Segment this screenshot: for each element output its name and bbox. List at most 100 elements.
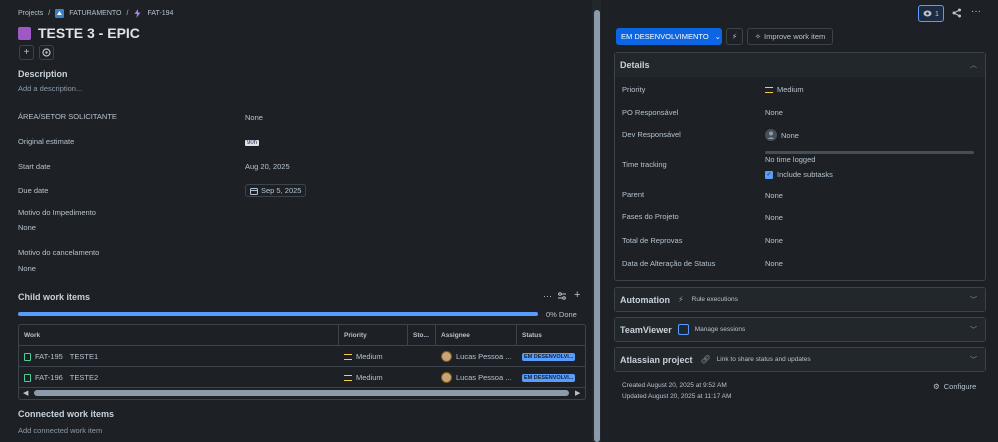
teamviewer-header[interactable]: TeamViewer Manage sessions ﹀ <box>615 318 985 341</box>
atlassian-project-panel[interactable]: Atlassian project 🔗︎ Link to share statu… <box>614 347 986 372</box>
assignee-cell[interactable]: Lucas Pessoa ... <box>436 346 517 367</box>
due-date-value[interactable]: Sep 5, 2025 <box>245 184 307 197</box>
fases-value[interactable]: None <box>765 213 783 222</box>
details-header[interactable]: Details ︿ <box>615 53 985 77</box>
po-value[interactable]: None <box>765 108 783 117</box>
status-transition-button[interactable]: EM DESENVOLVIMENTO ⌄ <box>616 28 722 45</box>
work-key[interactable]: FAT-196 <box>35 373 63 382</box>
column-header-status[interactable]: Status <box>517 325 585 346</box>
updated-timestamp: Updated August 20, 2025 at 11:17 AM <box>622 393 732 400</box>
add-child-item-icon[interactable]: + <box>574 289 580 301</box>
improve-label: Improve work item <box>764 32 826 41</box>
table-row[interactable]: FAT-196 TESTE2 Medium Lucas Pessoa ... E… <box>19 367 585 388</box>
connected-items-heading: Connected work items <box>18 409 115 419</box>
po-label: PO Responsável <box>622 108 679 117</box>
child-items-table: Work Priority Sto... Assignee Status FAT… <box>18 324 586 400</box>
project-icon <box>55 9 65 18</box>
scroll-left-icon[interactable]: ◀ <box>23 389 28 397</box>
status-cell[interactable]: EM DESENVOLVI... <box>517 367 585 388</box>
epic-lightning-icon <box>133 9 142 18</box>
status-badge: EM DESENVOLVI... <box>522 352 576 361</box>
description-placeholder[interactable]: Add a description... <box>18 84 82 93</box>
alteracao-label: Data de Alteração de Status <box>622 259 716 268</box>
fases-label: Fases do Projeto <box>622 212 679 221</box>
work-cell[interactable]: FAT-195 TESTE1 <box>19 346 339 367</box>
status-cell[interactable]: EM DESENVOLVI... <box>517 346 585 367</box>
breadcrumb-projects[interactable]: Projects <box>18 10 43 17</box>
sparkle-icon: ✧ <box>754 32 762 41</box>
impedimento-value[interactable]: None <box>18 223 36 232</box>
priority-cell[interactable]: Medium <box>339 346 408 367</box>
chevron-down-icon[interactable]: ﹀ <box>970 325 977 335</box>
time-tracking-value[interactable]: No time logged <box>765 155 815 164</box>
breadcrumb-separator: / <box>126 10 129 17</box>
scroll-right-icon[interactable]: ▶ <box>575 389 580 397</box>
breadcrumb-issue-key[interactable]: FAT-194 <box>147 10 173 17</box>
column-header-assignee[interactable]: Assignee <box>436 325 517 346</box>
chevron-down-icon[interactable]: ﹀ <box>970 355 977 365</box>
work-summary[interactable]: TESTE2 <box>70 373 98 382</box>
connected-items-placeholder[interactable]: Add connected work item <box>18 426 102 435</box>
column-header-story[interactable]: Sto... <box>408 325 436 346</box>
scroll-thumb[interactable] <box>34 390 569 396</box>
work-key[interactable]: FAT-195 <box>35 352 63 361</box>
work-cell[interactable]: FAT-196 TESTE2 <box>19 367 339 388</box>
parent-value[interactable]: None <box>765 191 783 200</box>
more-options-icon[interactable]: ··· <box>543 291 552 301</box>
status-label: EM DESENVOLVIMENTO <box>621 32 709 41</box>
breadcrumb-project[interactable]: FATURAMENTO <box>69 10 121 17</box>
reprovas-label: Total de Reprovas <box>622 236 683 245</box>
table-horizontal-scrollbar[interactable]: ◀ ▶ <box>19 388 585 399</box>
column-header-priority[interactable]: Priority <box>339 325 408 346</box>
dev-label: Dev Responsável <box>622 130 681 139</box>
automation-panel[interactable]: Automation ⚡︎ Rule executions ﹀ <box>614 287 986 312</box>
story-icon <box>24 373 31 382</box>
priority-label: Priority <box>622 85 646 94</box>
improve-work-item-button[interactable]: ✧ Improve work item <box>747 28 833 45</box>
teamviewer-heading: TeamViewer <box>620 324 672 335</box>
atlassian-project-header[interactable]: Atlassian project 🔗︎ Link to share statu… <box>615 348 985 371</box>
chevron-down-icon[interactable]: ﹀ <box>970 295 977 305</box>
more-actions-icon[interactable]: ··· <box>971 6 981 17</box>
alteracao-value[interactable]: None <box>765 259 783 268</box>
details-heading: Details <box>620 60 650 70</box>
assignee-name: Lucas Pessoa ... <box>456 373 512 382</box>
estimate-field-label: Original estimate <box>18 137 75 146</box>
progress-label: 0% Done <box>546 310 577 319</box>
table-row[interactable]: FAT-195 TESTE1 Medium Lucas Pessoa ... E… <box>19 346 585 367</box>
work-summary[interactable]: TESTE1 <box>70 352 98 361</box>
share-icon[interactable] <box>952 8 962 20</box>
teamviewer-panel[interactable]: TeamViewer Manage sessions ﹀ <box>614 317 986 342</box>
chevron-up-icon[interactable]: ︿ <box>970 60 977 70</box>
area-field-value[interactable]: None <box>245 113 263 122</box>
automation-button[interactable]: ⚡︎ <box>726 28 743 45</box>
configure-button[interactable]: ⚙︎ Configure <box>933 382 976 391</box>
column-header-work[interactable]: Work <box>19 325 339 346</box>
priority-medium-icon <box>344 353 352 360</box>
watch-button[interactable]: 1 <box>918 5 944 22</box>
main-scrollbar-thumb[interactable] <box>594 10 600 442</box>
estimate-field-value[interactable]: 90h <box>245 137 260 146</box>
description-heading: Description <box>18 69 68 79</box>
due-date-text: Sep 5, 2025 <box>261 186 302 195</box>
add-child-button[interactable]: + <box>19 45 34 60</box>
cancelamento-label: Motivo do cancelamento <box>18 248 100 257</box>
include-subtasks-label: Include subtasks <box>777 170 833 179</box>
priority-field[interactable]: Medium <box>765 85 804 94</box>
apps-button[interactable] <box>39 45 54 60</box>
settings-cog-icon <box>42 48 51 57</box>
cancelamento-value[interactable]: None <box>18 264 36 273</box>
priority-cell[interactable]: Medium <box>339 367 408 388</box>
filter-options-icon[interactable] <box>557 291 567 303</box>
start-date-value[interactable]: Aug 20, 2025 <box>245 162 290 171</box>
dev-field[interactable]: None <box>765 129 799 141</box>
assignee-cell[interactable]: Lucas Pessoa ... <box>436 367 517 388</box>
details-panel: Details ︿ Priority Medium PO Responsável… <box>614 52 986 281</box>
include-subtasks-option[interactable]: ✓ Include subtasks <box>765 170 833 179</box>
reprovas-value[interactable]: None <box>765 236 783 245</box>
issue-title[interactable]: TESTE 3 - EPIC <box>38 25 140 41</box>
checkbox-checked-icon[interactable]: ✓ <box>765 170 773 179</box>
time-tracking-bar[interactable] <box>765 151 974 154</box>
automation-header[interactable]: Automation ⚡︎ Rule executions ﹀ <box>615 288 985 311</box>
start-date-label: Start date <box>18 162 51 171</box>
